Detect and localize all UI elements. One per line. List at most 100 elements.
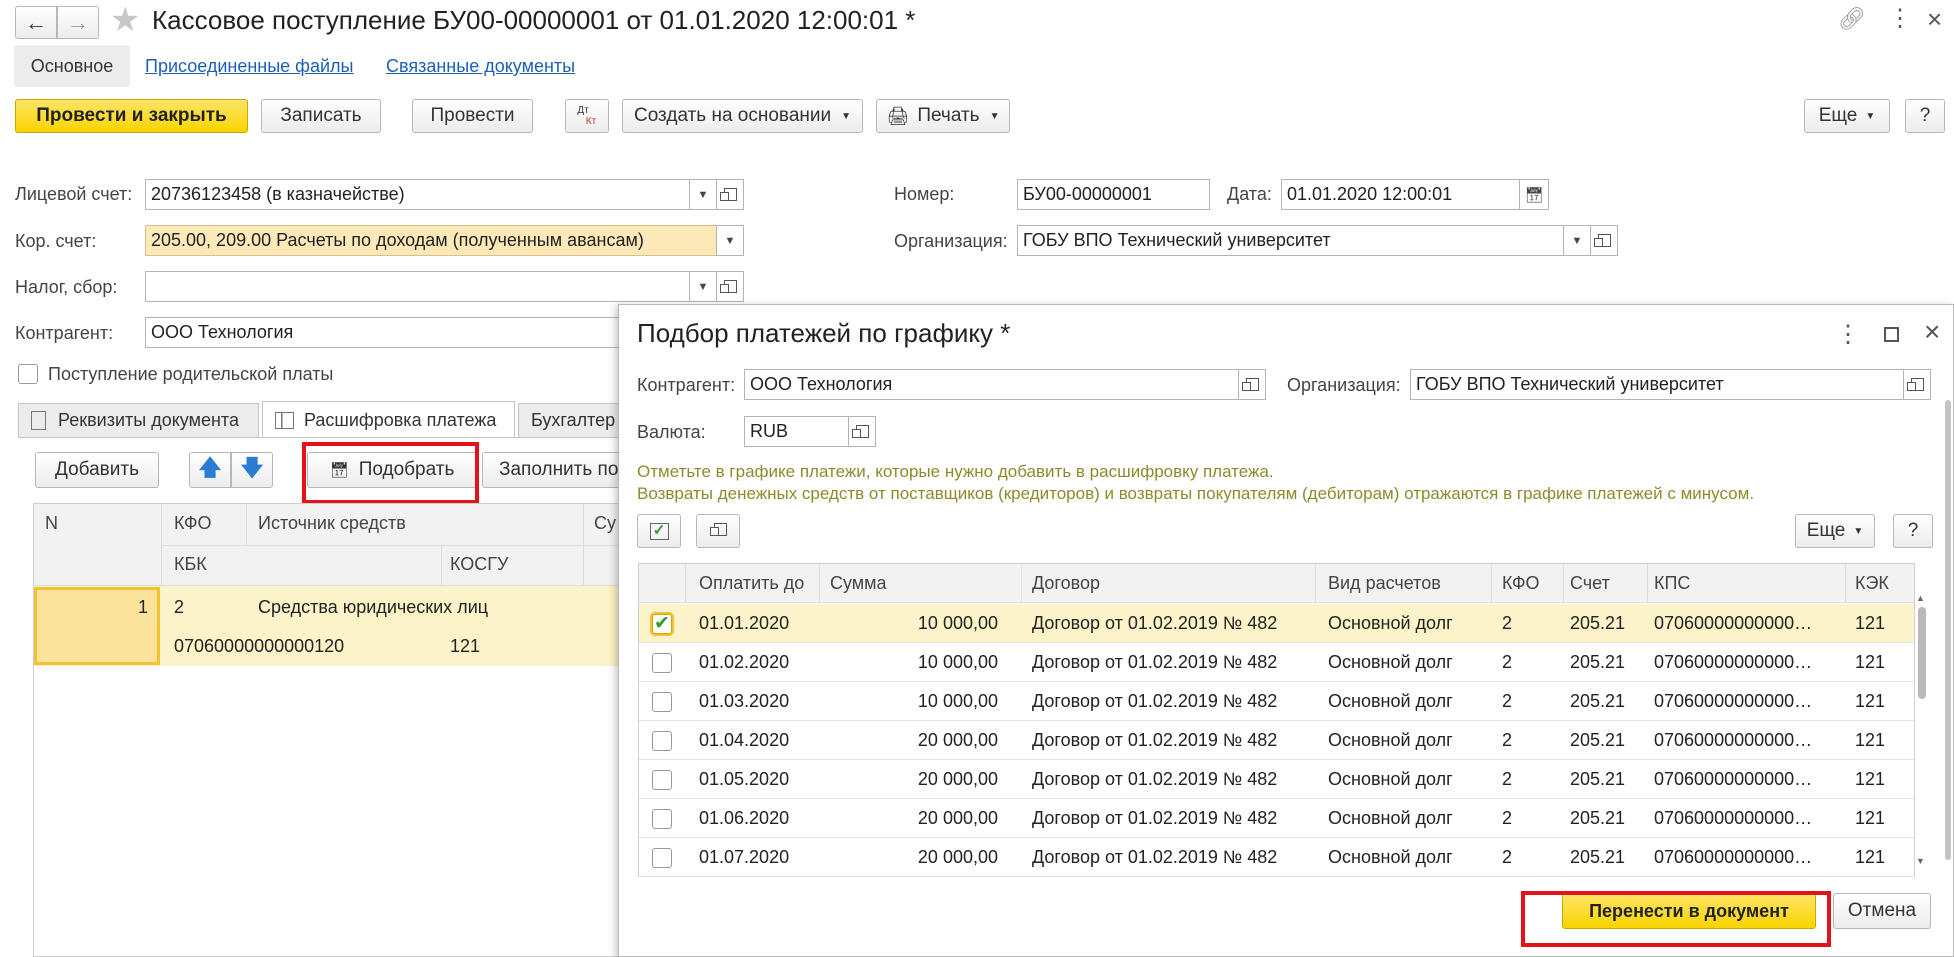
tab-requisites[interactable]: Реквизиты документа bbox=[18, 403, 259, 437]
more-button[interactable]: Еще ▼ bbox=[1804, 99, 1890, 133]
currency-open-button[interactable] bbox=[848, 416, 876, 447]
row-kfo-cell: 2 bbox=[1502, 613, 1513, 633]
row-date-cell: 01.03.2020 bbox=[699, 691, 790, 711]
number-field[interactable]: БУ00-00000001 bbox=[1017, 179, 1210, 210]
tax-field[interactable] bbox=[145, 271, 691, 302]
row-select-checkbox[interactable] bbox=[652, 848, 672, 868]
row-kek-cell: 121 bbox=[1855, 652, 1886, 672]
help-button[interactable]: ? bbox=[1905, 99, 1945, 133]
add-button[interactable]: Добавить bbox=[35, 452, 159, 488]
org-dropdown-button[interactable]: ▼ bbox=[1563, 225, 1591, 256]
tab-accounting[interactable]: Бухгалтер bbox=[518, 403, 628, 437]
link-icon[interactable]: 🔗︎ bbox=[1838, 6, 1866, 32]
row-select-checkbox[interactable]: ✔ bbox=[652, 613, 672, 634]
contractor-field[interactable]: ООО Технология bbox=[145, 317, 625, 348]
col-header-pay-until[interactable]: Оплатить до bbox=[699, 573, 804, 594]
col-header-sum[interactable]: Сумма bbox=[830, 573, 887, 594]
dialog-close-icon[interactable]: × bbox=[1924, 316, 1940, 348]
col-header-kfo[interactable]: КФО bbox=[1502, 573, 1540, 594]
row-kfo-cell: 2 bbox=[1502, 808, 1513, 828]
col-header-account[interactable]: Счет bbox=[1570, 573, 1610, 594]
dt-kt-button[interactable]: Дт Кт bbox=[565, 99, 609, 133]
tax-open-button[interactable] bbox=[716, 271, 744, 302]
tax-dropdown-button[interactable]: ▼ bbox=[689, 271, 717, 302]
account-field[interactable]: 20736123458 (в казначействе) bbox=[145, 179, 691, 210]
org-open-button[interactable] bbox=[1590, 225, 1618, 256]
col-header-kosgu[interactable]: КОСГУ bbox=[450, 554, 508, 575]
cancel-button[interactable]: Отмена bbox=[1833, 893, 1931, 929]
row-select-checkbox[interactable] bbox=[652, 653, 672, 673]
dialog-org-field[interactable]: ГОБУ ВПО Технический университет bbox=[1410, 369, 1905, 400]
schedule-scrollbar[interactable]: ▲ ▼ bbox=[1916, 593, 1928, 875]
table-icon bbox=[275, 411, 294, 429]
move-down-button[interactable]: 🡇 bbox=[231, 452, 273, 488]
parent-pay-checkbox[interactable] bbox=[18, 364, 38, 384]
fill-button[interactable]: Заполнить по bbox=[482, 452, 630, 488]
currency-field[interactable]: RUB bbox=[744, 416, 850, 447]
row-account-cell: 205.21 bbox=[1570, 691, 1626, 711]
col-header-calc-type[interactable]: Вид расчетов bbox=[1328, 573, 1441, 594]
corr-account-field[interactable]: 205.00, 209.00 Расчеты по доходам (получ… bbox=[145, 225, 718, 256]
close-icon[interactable]: × bbox=[1927, 4, 1942, 35]
dialog-org-open-button[interactable] bbox=[1903, 369, 1931, 400]
row-calc-cell: Основной долг bbox=[1328, 808, 1453, 828]
open-icon bbox=[719, 188, 737, 201]
more-vertical-icon[interactable]: ⋮ bbox=[1888, 4, 1912, 33]
date-field[interactable]: 01.01.2020 12:00:01 bbox=[1281, 179, 1521, 210]
back-button[interactable]: ← bbox=[15, 6, 57, 39]
row-kek-cell: 121 bbox=[1855, 730, 1886, 750]
account-dropdown-button[interactable]: ▼ bbox=[689, 179, 717, 210]
maximize-icon[interactable] bbox=[1884, 327, 1899, 342]
calendar-button[interactable]: 📅︎ bbox=[1519, 179, 1549, 210]
dialog-more-button[interactable]: Еще ▼ bbox=[1795, 514, 1875, 548]
post-and-close-button[interactable]: Провести и закрыть bbox=[15, 99, 248, 133]
row-contract-cell: Договор от 01.02.2019 № 482 bbox=[1032, 847, 1278, 867]
row-select-checkbox[interactable] bbox=[652, 809, 672, 829]
dialog-contractor-field[interactable]: ООО Технология bbox=[744, 369, 1240, 400]
dialog-more-vertical-icon[interactable]: ⋮ bbox=[1836, 320, 1860, 349]
dialog-contractor-open-button[interactable] bbox=[1238, 369, 1266, 400]
print-button[interactable]: 🖨︎ Печать ▼ bbox=[876, 99, 1010, 133]
col-header-kbk[interactable]: КБК bbox=[174, 554, 207, 575]
col-header-contract[interactable]: Договор bbox=[1032, 573, 1100, 594]
nav-tab-related[interactable]: Связанные документы bbox=[386, 56, 575, 77]
post-button[interactable]: Провести bbox=[412, 99, 533, 133]
dialog-help-button[interactable]: ? bbox=[1893, 514, 1933, 548]
scrollbar-thumb[interactable] bbox=[1918, 607, 1926, 699]
check-all-button[interactable]: ✓ bbox=[637, 514, 681, 548]
row-select-checkbox[interactable] bbox=[652, 770, 672, 790]
nav-tab-files[interactable]: Присоединенные файлы bbox=[145, 56, 354, 77]
col-header-n[interactable]: N bbox=[45, 513, 58, 534]
breakdown-row-1-source: Средства юридических лиц bbox=[258, 597, 489, 617]
col-header-kfo[interactable]: КФО bbox=[174, 513, 212, 534]
row-select-checkbox[interactable] bbox=[652, 731, 672, 751]
col-header-kps[interactable]: КПС bbox=[1654, 573, 1690, 594]
corr-account-dropdown-button[interactable]: ▼ bbox=[716, 225, 744, 256]
uncheck-all-button[interactable] bbox=[696, 514, 740, 548]
col-header-sum[interactable]: Су bbox=[594, 513, 616, 534]
checkmark-icon: ✔ bbox=[654, 613, 670, 634]
tax-label: Налог, сбор: bbox=[15, 277, 118, 297]
forward-button[interactable]: → bbox=[57, 6, 99, 39]
org-field[interactable]: ГОБУ ВПО Технический университет bbox=[1017, 225, 1565, 256]
move-up-button[interactable]: 🡅 bbox=[189, 452, 231, 488]
row-kek-cell: 121 bbox=[1855, 847, 1886, 867]
scroll-down-icon[interactable]: ▼ bbox=[1916, 856, 1925, 866]
row-calc-cell: Основной долг bbox=[1328, 613, 1453, 633]
row-date-cell: 01.06.2020 bbox=[699, 808, 790, 828]
scroll-up-icon[interactable]: ▲ bbox=[1916, 593, 1925, 603]
col-header-source[interactable]: Источник средств bbox=[258, 513, 406, 534]
tab-accounting-label: Бухгалтер bbox=[531, 410, 616, 430]
favorite-star-icon[interactable]: ★ bbox=[110, 0, 140, 40]
save-button[interactable]: Записать bbox=[261, 99, 381, 133]
tab-breakdown[interactable]: Расшифровка платежа bbox=[262, 401, 515, 438]
uncheck-all-icon bbox=[710, 523, 727, 536]
dialog-outer-scrollbar-thumb[interactable] bbox=[1945, 400, 1951, 860]
row-select-checkbox[interactable] bbox=[652, 692, 672, 712]
create-based-button[interactable]: Создать на основании ▼ bbox=[622, 99, 863, 133]
col-header-kek[interactable]: КЭК bbox=[1855, 573, 1889, 594]
account-open-button[interactable] bbox=[716, 179, 744, 210]
row-kps-cell: 07060000000000… bbox=[1654, 652, 1813, 672]
nav-tab-main[interactable]: Основное bbox=[14, 45, 130, 87]
row-kps-cell: 07060000000000… bbox=[1654, 769, 1813, 789]
